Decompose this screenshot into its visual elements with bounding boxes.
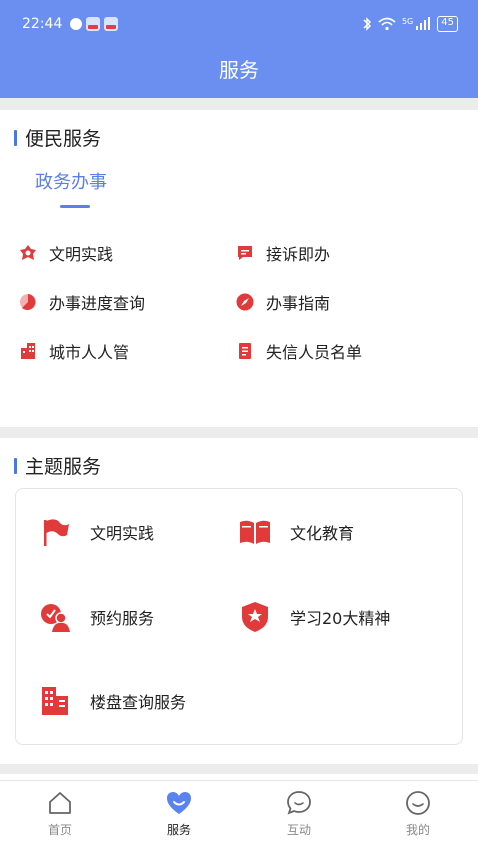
- chat-icon: [287, 791, 311, 815]
- wifi-icon: [378, 17, 396, 31]
- theme-item-label: 预约服务: [90, 609, 155, 628]
- service-item-label: 办事进度查询: [49, 294, 146, 313]
- notification-icon: [70, 18, 82, 30]
- tab-active-indicator: [60, 205, 90, 208]
- badge-star-icon: [238, 600, 272, 634]
- convenience-services-card: 便民服务 政务办事 文明实践 接诉即办 办事进度查询 办事指南 城市人人管 失信…: [0, 110, 478, 427]
- theme-item-appointment[interactable]: 预约服务: [38, 600, 154, 634]
- service-item-civilization-practice[interactable]: 文明实践: [18, 241, 113, 265]
- service-item-label: 办事指南: [266, 294, 331, 313]
- bottom-tab-bar: 首页 服务 互动 我的: [0, 780, 478, 850]
- section-title: 便民服务: [25, 128, 102, 150]
- pie-progress-icon: [18, 292, 38, 312]
- tab-label: 首页: [47, 823, 72, 837]
- list-doc-icon: [235, 341, 255, 361]
- section-header: 主题服务: [14, 452, 101, 479]
- tab-home[interactable]: 首页: [20, 789, 100, 838]
- service-item-dishonest-list[interactable]: 失信人员名单: [235, 339, 362, 363]
- section-title: 主题服务: [25, 456, 102, 478]
- appointment-icon: [38, 600, 72, 634]
- tab-label: 服务: [166, 823, 191, 837]
- message-icon: [235, 243, 255, 263]
- heart-icon: [167, 792, 191, 814]
- service-item-guide[interactable]: 办事指南: [235, 290, 330, 314]
- section-accent-bar: [14, 457, 17, 474]
- theme-services-grid: 文明实践 文化教育 预约服务 学习20大精神 楼盘查询服务: [15, 488, 463, 745]
- signal-icon: [416, 17, 431, 30]
- theme-item-label: 文明实践: [90, 524, 155, 543]
- section-accent-bar: [14, 129, 17, 146]
- notification-icons: [70, 17, 118, 31]
- app-notification-icon: [86, 17, 100, 31]
- service-item-label: 文明实践: [49, 245, 114, 264]
- service-item-label: 接诉即办: [266, 245, 331, 264]
- home-icon: [49, 792, 71, 814]
- theme-services-card: 主题服务 文明实践 文化教育 预约服务 学习20大精神 楼盘查询服务: [0, 438, 478, 764]
- theme-item-label: 楼盘查询服务: [90, 693, 187, 712]
- theme-item-civilization-practice[interactable]: 文明实践: [38, 515, 154, 549]
- tab-interaction[interactable]: 互动: [259, 789, 339, 838]
- theme-item-label: 文化教育: [290, 524, 355, 543]
- theme-item-study-20th-congress[interactable]: 学习20大精神: [238, 600, 390, 634]
- building-icon: [18, 341, 38, 361]
- flag-icon: [38, 515, 72, 549]
- tab-government-affairs[interactable]: 政务办事: [35, 168, 107, 194]
- status-time: 22:44: [22, 16, 63, 32]
- app-notification-icon: [104, 17, 118, 31]
- book-icon: [238, 515, 272, 549]
- service-item-label: 失信人员名单: [266, 343, 363, 362]
- service-item-complaint-handling[interactable]: 接诉即办: [235, 241, 330, 265]
- smile-icon: [406, 791, 430, 815]
- service-item-city-management[interactable]: 城市人人管: [18, 339, 129, 363]
- tab-services[interactable]: 服务: [139, 789, 219, 838]
- network-type: 5G: [401, 16, 414, 26]
- tab-label: 互动: [286, 823, 311, 837]
- tab-mine[interactable]: 我的: [378, 789, 458, 838]
- tab-label: 我的: [405, 823, 430, 837]
- flower-icon: [18, 243, 38, 263]
- page-title: 服务: [219, 58, 259, 82]
- section-header: 便民服务: [14, 124, 101, 151]
- service-item-progress-query[interactable]: 办事进度查询: [18, 290, 145, 314]
- theme-item-property-query[interactable]: 楼盘查询服务: [38, 684, 186, 718]
- bluetooth-icon: [363, 17, 372, 31]
- status-right: 5G 45: [362, 16, 458, 32]
- building-icon: [38, 684, 72, 718]
- battery-icon: 45: [437, 16, 458, 32]
- status-bar: 22:44 5G 45: [0, 0, 478, 50]
- service-item-label: 城市人人管: [49, 343, 130, 362]
- theme-item-label: 学习20大精神: [290, 609, 391, 628]
- compass-icon: [235, 292, 255, 312]
- header: 服务: [0, 50, 478, 98]
- theme-item-culture-education[interactable]: 文化教育: [238, 515, 354, 549]
